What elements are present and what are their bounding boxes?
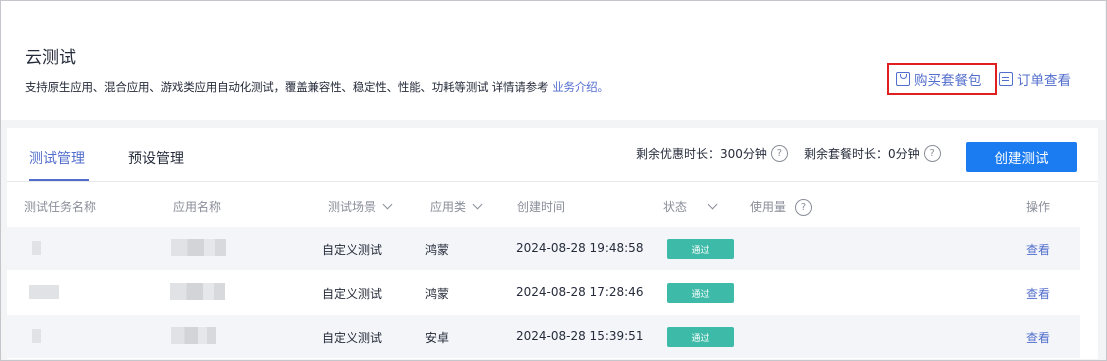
view-link[interactable]: 查看 <box>1026 241 1050 258</box>
status-badge: 通过 <box>667 239 734 259</box>
redacted-app-name <box>171 239 226 256</box>
app-type-header-label: 应用类 <box>430 200 467 214</box>
status-badge: 通过 <box>667 327 734 347</box>
intro-link[interactable]: 业务介绍。 <box>552 80 609 94</box>
created-time-cell: 2024-08-28 19:48:58 <box>516 241 644 255</box>
buy-package-button[interactable]: 购买套餐包 <box>887 63 997 95</box>
redacted-task-name <box>32 329 41 343</box>
create-test-button[interactable]: 创建测试 <box>966 142 1077 172</box>
table-header: 测试任务名称 应用名称 测试场景 应用类 创建时间 状态 使用量? 操作 <box>7 182 1098 227</box>
chevron-down-icon <box>472 199 483 210</box>
created-time-cell: 2024-08-28 15:39:51 <box>516 329 644 343</box>
chevron-down-icon <box>707 199 718 210</box>
page-title: 云测试 <box>25 48 76 68</box>
column-header-scenario[interactable]: 测试场景 <box>328 198 393 215</box>
usage-header-label: 使用量 <box>750 200 787 214</box>
status-header-label: 状态 <box>663 200 688 214</box>
page-header: 云测试 支持原生应用、混合应用、游戏类应用自动化测试，覆盖兼容性、稳定性、性能、… <box>1 1 1105 120</box>
view-link[interactable]: 查看 <box>1026 329 1050 346</box>
column-header-app-type[interactable]: 应用类 <box>430 198 483 215</box>
status-badge: 通过 <box>667 283 734 303</box>
help-icon[interactable]: ? <box>795 199 813 216</box>
shopping-bag-icon <box>896 72 910 86</box>
package-quota-label: 剩余套餐时长：0分钟 <box>804 147 920 161</box>
chevron-down-icon <box>382 199 393 210</box>
document-icon <box>999 72 1013 86</box>
redacted-task-name <box>29 285 59 299</box>
redacted-task-name <box>32 241 41 255</box>
table-row: 自定义测试 鸿蒙 2024-08-28 19:48:58 通过 查看 <box>7 227 1080 270</box>
help-icon[interactable]: ? <box>770 145 788 162</box>
help-icon[interactable]: ? <box>923 145 941 162</box>
discount-quota-label: 剩余优惠时长：300分钟 <box>636 147 767 161</box>
scenario-cell: 自定义测试 <box>322 331 383 345</box>
column-header-action: 操作 <box>1026 200 1051 214</box>
table-row: 自定义测试 安卓 2024-08-28 15:39:51 通过 查看 <box>7 315 1080 358</box>
scenario-header-label: 测试场景 <box>328 200 377 214</box>
redacted-app-name <box>170 283 225 300</box>
app-type-cell: 鸿蒙 <box>425 287 450 301</box>
description-text: 支持原生应用、混合应用、游戏类应用自动化测试，覆盖兼容性、稳定性、性能、功耗等测… <box>25 80 549 94</box>
column-header-status[interactable]: 状态 <box>663 198 718 215</box>
package-quota: 剩余套餐时长：0分钟 ? <box>804 145 941 162</box>
tab-bar: 测试管理 预设管理 剩余优惠时长：300分钟 ? 剩余套餐时长：0分钟 ? 创建… <box>7 128 1098 182</box>
column-header-created: 创建时间 <box>517 200 566 214</box>
page-description: 支持原生应用、混合应用、游戏类应用自动化测试，覆盖兼容性、稳定性、性能、功耗等测… <box>25 79 609 95</box>
view-orders-label: 订单查看 <box>1017 73 1071 89</box>
scenario-cell: 自定义测试 <box>322 287 383 301</box>
tab-test-management[interactable]: 测试管理 <box>29 148 85 168</box>
tab-preset-management[interactable]: 预设管理 <box>128 148 184 168</box>
column-header-task-name: 测试任务名称 <box>24 200 97 214</box>
created-time-cell: 2024-08-28 17:28:46 <box>516 285 644 299</box>
view-link[interactable]: 查看 <box>1026 285 1050 302</box>
view-orders-link[interactable]: 订单查看 <box>999 63 1071 95</box>
column-header-usage: 使用量? <box>750 198 813 217</box>
app-type-cell: 鸿蒙 <box>425 243 450 257</box>
scenario-cell: 自定义测试 <box>322 243 383 257</box>
buy-package-label: 购买套餐包 <box>914 73 982 89</box>
active-tab-indicator <box>29 179 89 181</box>
test-panel: 测试管理 预设管理 剩余优惠时长：300分钟 ? 剩余套餐时长：0分钟 ? 创建… <box>7 128 1098 359</box>
app-type-cell: 安卓 <box>425 331 450 345</box>
discount-quota: 剩余优惠时长：300分钟 ? <box>636 145 788 162</box>
redacted-app-name <box>171 327 216 344</box>
column-header-app-name: 应用名称 <box>173 200 222 214</box>
table-row: 自定义测试 鸿蒙 2024-08-28 17:28:46 通过 查看 <box>7 271 1080 314</box>
